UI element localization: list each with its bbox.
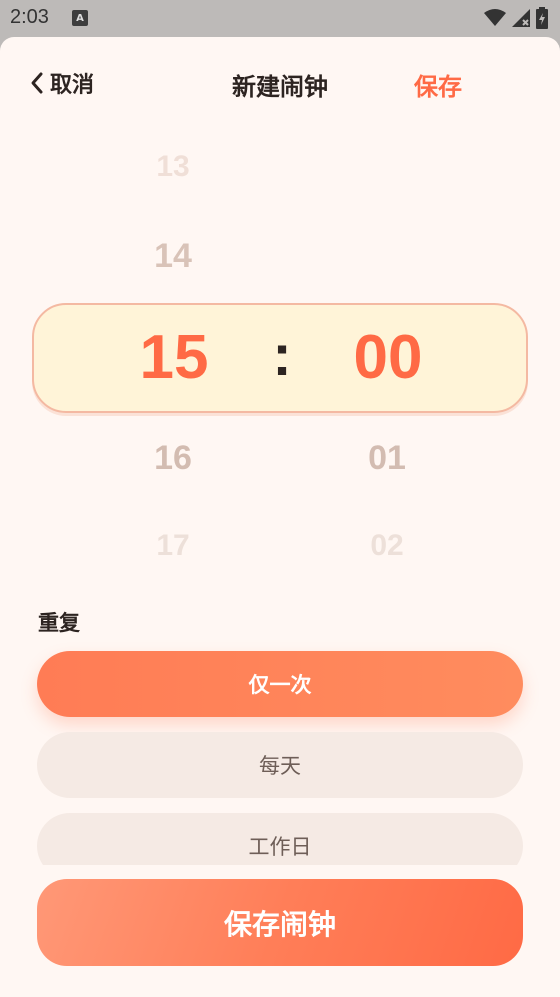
page-title: 新建闹钟	[232, 73, 328, 101]
repeat-option-label: 工作日	[248, 835, 312, 859]
repeat-label: 重复	[38, 611, 80, 635]
signal-icon	[512, 9, 530, 27]
hour-option[interactable]: 16	[113, 439, 233, 478]
repeat-option-label: 每天	[259, 754, 301, 778]
status-bar: 2:03 A	[0, 0, 560, 37]
battery-icon	[536, 7, 548, 29]
minute-option[interactable]: 01	[327, 439, 447, 478]
selected-minute[interactable]: 00	[298, 323, 478, 393]
time-separator: :	[272, 323, 292, 388]
hour-option[interactable]: 13	[113, 150, 233, 184]
hour-option[interactable]: 17	[113, 529, 233, 563]
selected-time-band: 15 : 00	[32, 303, 528, 413]
minute-option[interactable]: 02	[327, 529, 447, 563]
hour-option[interactable]: 14	[113, 237, 233, 276]
new-alarm-screen: 取消 新建闹钟 保存 13 14 15 : 00 16 01 17 02 重复 …	[0, 37, 560, 997]
header: 取消 新建闹钟 保存	[0, 37, 560, 127]
repeat-option-daily[interactable]: 每天	[37, 732, 523, 798]
save-link[interactable]: 保存	[414, 67, 462, 102]
status-time: 2:03	[10, 6, 49, 28]
selected-hour[interactable]: 15	[84, 323, 264, 393]
keyboard-indicator-icon: A	[72, 10, 88, 26]
repeat-option-label: 仅一次	[248, 673, 312, 697]
repeat-option-once[interactable]: 仅一次	[37, 651, 523, 717]
wifi-icon	[484, 9, 506, 26]
save-alarm-label: 保存闹钟	[223, 907, 336, 941]
save-alarm-button[interactable]: 保存闹钟	[37, 879, 523, 966]
status-icons	[484, 7, 548, 29]
time-picker[interactable]: 13 14 15 : 00 16 01 17 02	[0, 137, 560, 577]
